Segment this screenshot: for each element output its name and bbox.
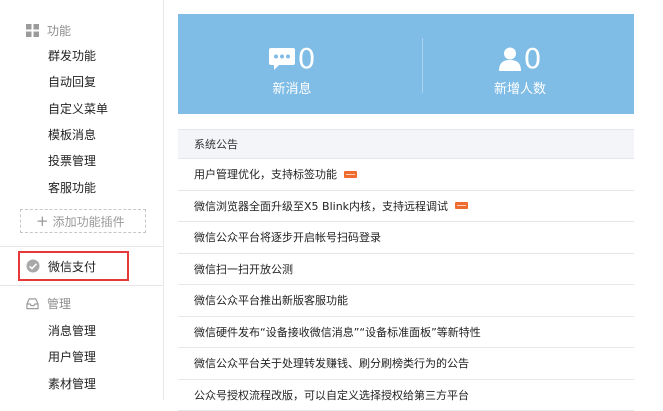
sidebar-item-customer-service[interactable]: 客服功能 — [48, 179, 96, 197]
notice-item[interactable]: 用户管理优化，支持标签功能 — [178, 159, 634, 191]
sidebar-item-auto-reply[interactable]: 自动回复 — [48, 73, 96, 91]
sidebar-item-user-management[interactable]: 用户管理 — [48, 348, 96, 366]
sidebar-divider — [0, 285, 163, 286]
sidebar-item-template-message[interactable]: 模板消息 — [48, 126, 96, 144]
sidebar-divider — [0, 246, 163, 247]
sidebar-item-custom-menu[interactable]: 自定义菜单 — [48, 100, 108, 118]
notice-item[interactable]: 微信硬件发布“设备接收微信消息”“设备标准面板”等新特性 — [178, 317, 634, 349]
function-section-title: 功能 — [47, 22, 71, 39]
sidebar-item-material-management[interactable]: 素材管理 — [48, 375, 96, 393]
wechat-pay-label: 微信支付 — [48, 258, 96, 275]
notice-item[interactable]: 微信公众平台推出新版客服功能 — [178, 285, 634, 317]
notice-item[interactable]: 公众号授权流程改版，可以自定义选择授权给第三方平台 — [178, 380, 634, 411]
person-icon — [499, 47, 521, 71]
notice-item[interactable]: 微信公众平台将逐步开启帐号扫码登录 — [178, 222, 634, 254]
notice-text: 用户管理优化，支持标签功能 — [194, 166, 337, 182]
sidebar-item-wechat-pay[interactable]: 微信支付 — [18, 251, 129, 281]
notice-text: 微信公众平台将逐步开启帐号扫码登录 — [194, 229, 381, 245]
notice-item[interactable]: 微信扫一扫开放公测 — [178, 254, 634, 286]
new-messages-count: 0 — [298, 44, 316, 74]
add-plugin-label: 添加功能插件 — [53, 213, 125, 230]
new-followers-count: 0 — [524, 44, 542, 74]
sidebar-item-mass-send[interactable]: 群发功能 — [48, 47, 96, 65]
notice-text: 微信公众平台推出新版客服功能 — [194, 292, 348, 308]
new-messages-label: 新消息 — [178, 78, 406, 97]
new-followers-stat[interactable]: 0 新增人数 — [406, 14, 634, 114]
function-section-header: 功能 — [26, 20, 71, 40]
stats-banner: 0 新消息 0 新增人数 — [178, 14, 634, 114]
notice-text: 微信硬件发布“设备接收微信消息”“设备标准面板”等新特性 — [194, 324, 481, 340]
notice-item[interactable]: 微信公众平台关于处理转发赚钱、刷分刷榜类行为的公告 — [178, 348, 634, 380]
plus-icon: + — [36, 214, 49, 229]
new-badge-icon — [455, 202, 468, 209]
new-messages-stat[interactable]: 0 新消息 — [178, 14, 406, 114]
chat-bubble-icon — [269, 48, 295, 70]
manage-section-title: 管理 — [47, 295, 71, 312]
notice-text: 微信扫一扫开放公测 — [194, 261, 293, 277]
notice-text: 微信浏览器全面升级至X5 Blink内核，支持远程调试 — [194, 198, 448, 214]
new-followers-label: 新增人数 — [406, 78, 634, 97]
manage-section-header: 管理 — [26, 293, 71, 313]
wallet-icon — [26, 259, 40, 273]
notice-text: 微信公众平台关于处理转发赚钱、刷分刷榜类行为的公告 — [194, 355, 469, 371]
sidebar-item-message-management[interactable]: 消息管理 — [48, 322, 96, 340]
sidebar-item-vote-management[interactable]: 投票管理 — [48, 152, 96, 170]
new-badge-icon — [344, 171, 357, 178]
notice-header: 系统公告 — [178, 129, 634, 159]
notice-item[interactable]: 微信浏览器全面升级至X5 Blink内核，支持远程调试 — [178, 191, 634, 223]
tray-icon — [26, 297, 39, 310]
notice-list: 用户管理优化，支持标签功能 微信浏览器全面升级至X5 Blink内核，支持远程调… — [178, 159, 634, 411]
grid-icon — [26, 24, 39, 37]
add-plugin-button[interactable]: + 添加功能插件 — [20, 209, 146, 233]
notice-text: 公众号授权流程改版，可以自定义选择授权给第三方平台 — [194, 387, 469, 403]
sidebar: 功能 群发功能 自动回复 自定义菜单 模板消息 投票管理 客服功能 + 添加功能… — [0, 0, 164, 400]
